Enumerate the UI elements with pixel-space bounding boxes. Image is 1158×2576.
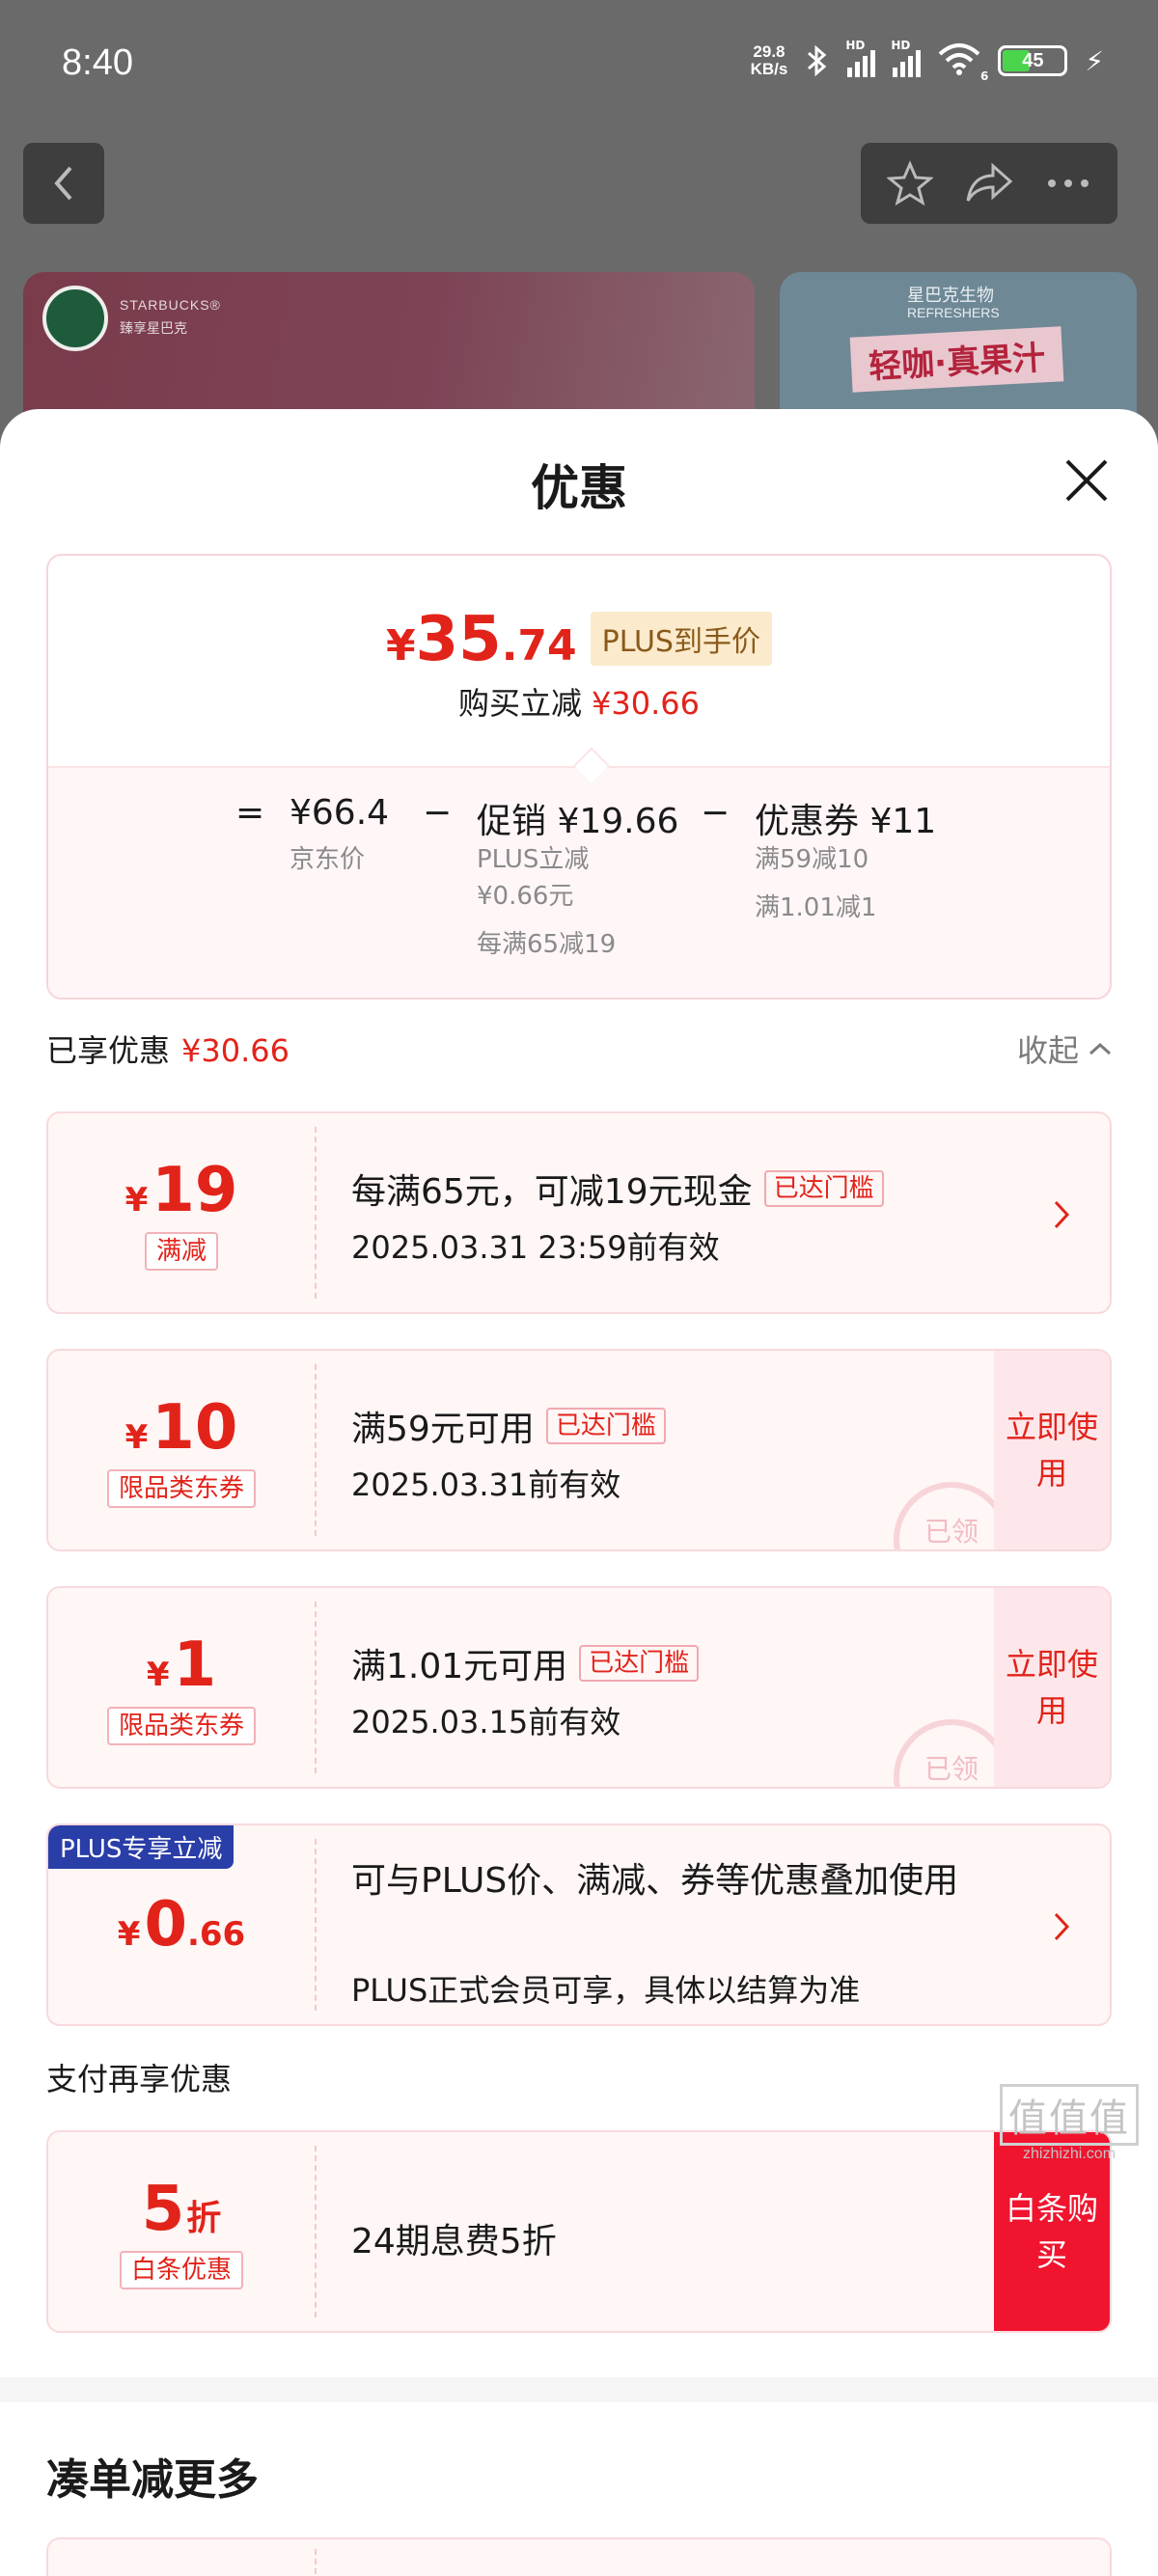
promo-detail-2: ¥0.66元: [477, 882, 574, 911]
battery-icon: 45: [998, 45, 1068, 76]
coupon-amount: 5折: [141, 2174, 222, 2245]
favorite-button[interactable]: [876, 150, 944, 217]
chevron-up-icon: [1089, 1042, 1112, 1055]
coupon-59-minus-10: ¥10 限品类东券 满59元可用 已达门槛 2025.03.31前有效 已领 立即…: [46, 1349, 1112, 1551]
coupon-total: 优惠券 ¥11: [755, 802, 937, 841]
more-deals-card[interactable]: [46, 2537, 1112, 2576]
chevron-right-icon: [1054, 1912, 1070, 1941]
plus-exclusive-discount[interactable]: PLUS专享立减 ¥0.66 可与PLUS价、满减、券等优惠叠加使用 PLUS正…: [46, 1823, 1112, 2026]
bluetooth-icon: [808, 44, 827, 77]
network-speed: 29.8 KB/s: [750, 42, 788, 78]
jd-price: ¥66.4: [290, 793, 390, 833]
threshold-reached-badge: 已达门槛: [545, 1408, 666, 1444]
minus-sign: −: [701, 793, 731, 833]
coupon-1.01-minus-1: ¥1 限品类东券 满1.01元可用 已达门槛 2025.03.15前有效 已领 立…: [46, 1586, 1112, 1789]
coupon-detail-1: 满59减10: [755, 845, 869, 874]
collapse-toggle[interactable]: 收起: [1017, 1027, 1112, 1071]
more-button[interactable]: [1034, 150, 1102, 217]
signal-icon-sim2: HD: [891, 39, 922, 77]
threshold-reached-badge: 已达门槛: [763, 1170, 884, 1207]
more-icon: [1048, 179, 1089, 187]
coupon-title: 满59元可用 已达门槛: [351, 1401, 666, 1451]
system-icons: 29.8 KB/s HD HD 6 45 ⚡: [750, 39, 1104, 83]
use-now-button[interactable]: 立即使用: [994, 1351, 1110, 1549]
coupon-type-badge: 满减: [144, 1232, 218, 1271]
plus-price-tag: PLUS到手价: [590, 612, 772, 666]
chevron-left-icon: [54, 166, 72, 201]
charging-icon: ⚡: [1085, 44, 1104, 77]
clock: 8:40: [62, 42, 133, 83]
background-page: 8:40 29.8 KB/s HD HD 6 45 ⚡ STARBUCKS® 臻…: [0, 0, 1158, 465]
starbucks-logo: [42, 286, 108, 351]
coupon-amount: ¥19: [124, 1155, 238, 1226]
baitiao-title: 24期息费5折: [351, 2222, 557, 2261]
more-deals-title: 凑单减更多: [46, 2455, 259, 2505]
promo-total: 促销 ¥19.66: [477, 802, 679, 841]
sheet-title: 优惠: [531, 460, 627, 516]
coupon-type-badge: 限品类东券: [106, 1469, 256, 1508]
chevron-right-icon: [1054, 1200, 1070, 1229]
final-price: ¥35.74: [386, 604, 577, 675]
close-button[interactable]: [1058, 452, 1116, 509]
claimed-stamp: 已领: [894, 1719, 1009, 1787]
coupon-type-badge: 白条优惠: [119, 2251, 243, 2289]
minus-sign: −: [423, 793, 453, 833]
watermark: 值值值 zhizhizhi.com: [1000, 2084, 1139, 2163]
discount-sheet: 优惠 ¥35.74 PLUS到手价 购买立减 ¥30.66 = ¥66.4 京东价…: [0, 409, 1158, 2576]
coupon-title: 每满65元，可减19元现金 已达门槛: [351, 1164, 884, 1214]
discount-full-reduction[interactable]: ¥19 满减 每满65元，可减19元现金 已达门槛 2025.03.31 23:5…: [46, 1111, 1112, 1314]
coupon-title: 满1.01元可用 已达门槛: [351, 1638, 700, 1688]
promo-detail-3: 每满65减19: [477, 930, 617, 959]
enjoyed-discount: 已享优惠 ¥30.66: [46, 1032, 290, 1069]
share-icon: [966, 162, 1013, 202]
coupon-amount: ¥10: [124, 1392, 238, 1464]
coupon-type-badge: 限品类东券: [106, 1707, 256, 1745]
coupon-validity: 2025.03.31前有效: [351, 1466, 621, 1503]
payment-discount-header: 支付再享优惠: [46, 2061, 233, 2097]
equals-sign: =: [235, 793, 265, 833]
status-bar: 8:40 29.8 KB/s HD HD 6 45 ⚡: [0, 0, 1158, 125]
star-icon: [887, 160, 933, 206]
coupon-note: PLUS正式会员可享，具体以结算为准: [351, 1972, 861, 2009]
jd-price-label: 京东价: [290, 845, 366, 874]
instant-reduce: 购买立减 ¥30.66: [458, 685, 700, 722]
wifi-icon: 6: [938, 42, 988, 83]
nav-actions: [861, 143, 1117, 224]
baitiao-discount: 5折 白条优惠 24期息费5折 白条购买: [46, 2130, 1112, 2333]
threshold-reached-badge: 已达门槛: [579, 1645, 700, 1682]
coupon-title: 可与PLUS价、满减、券等优惠叠加使用: [351, 1861, 959, 1901]
claimed-stamp: 已领: [894, 1482, 1009, 1549]
coupon-validity: 2025.03.31 23:59前有效: [351, 1229, 720, 1266]
back-button[interactable]: [23, 143, 104, 224]
close-icon: [1065, 459, 1108, 502]
coupon-validity: 2025.03.15前有效: [351, 1704, 621, 1740]
promo-detail-1: PLUS立减: [477, 845, 590, 874]
coupon-detail-2: 满1.01减1: [755, 893, 877, 922]
price-summary-card: ¥35.74 PLUS到手价 购买立减 ¥30.66 = ¥66.4 京东价 − …: [46, 554, 1112, 1000]
final-price-row: ¥35.74 PLUS到手价: [48, 604, 1110, 675]
coupon-amount: ¥1: [146, 1630, 217, 1701]
coupon-amount: ¥0.66: [117, 1889, 246, 1960]
use-now-button[interactable]: 立即使用: [994, 1588, 1110, 1787]
signal-icon-sim1: HD: [845, 39, 876, 77]
share-button[interactable]: [955, 150, 1023, 217]
